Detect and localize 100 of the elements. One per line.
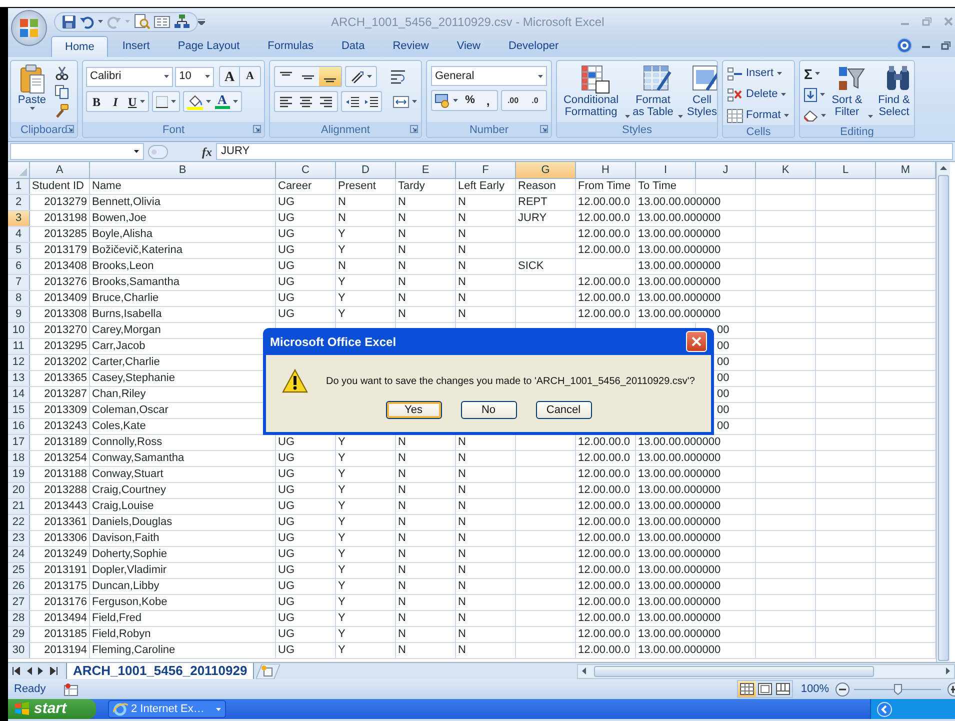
vertical-scrollbar[interactable] <box>936 162 950 662</box>
ribbon-tab[interactable]: Review <box>378 36 443 57</box>
caret-icon[interactable] <box>776 72 782 75</box>
dialog-launcher-icon[interactable] <box>253 125 261 133</box>
row-header[interactable]: 25 <box>8 563 30 578</box>
caret-icon[interactable] <box>453 99 458 102</box>
row-header[interactable]: 14 <box>8 387 30 402</box>
slider-thumb[interactable] <box>894 684 902 694</box>
formula-field[interactable]: JURY <box>216 143 953 160</box>
fill-color-button[interactable] <box>186 94 211 110</box>
previous-sheet-icon[interactable] <box>26 667 32 675</box>
find-select-button[interactable]: Find & Select <box>875 64 914 125</box>
caret-icon[interactable] <box>164 75 170 78</box>
ribbon-tab[interactable]: Insert <box>108 36 164 57</box>
row-header[interactable]: 1 <box>8 179 30 194</box>
italic-button[interactable]: I <box>106 92 125 111</box>
dialog-button[interactable]: Cancel <box>536 401 592 419</box>
row-header[interactable]: 23 <box>8 531 30 546</box>
underline-button[interactable]: U <box>125 92 148 111</box>
page-break-view-button[interactable] <box>774 681 792 697</box>
paste-button[interactable]: Paste <box>15 64 49 122</box>
currency-button[interactable] <box>432 91 461 110</box>
wrap-text-icon[interactable] <box>390 68 406 84</box>
decrease-indent-icon[interactable] <box>345 96 359 108</box>
scroll-thumb[interactable] <box>938 175 949 661</box>
row-header[interactable]: 28 <box>8 611 30 626</box>
row-header[interactable]: 12 <box>8 355 30 370</box>
ribbon-tab[interactable]: Home <box>51 36 108 57</box>
caret-icon[interactable] <box>206 100 211 103</box>
close-button[interactable] <box>686 331 707 352</box>
caret-icon[interactable] <box>538 74 543 78</box>
copy-icon[interactable] <box>55 85 69 99</box>
row-header[interactable]: 6 <box>8 259 30 274</box>
fill-button[interactable] <box>804 85 826 104</box>
insert-cells-button[interactable]: Insert <box>727 64 790 83</box>
borders-button[interactable] <box>152 91 180 112</box>
chevron-icon[interactable] <box>877 702 892 716</box>
column-header[interactable]: J <box>696 162 756 178</box>
row-header[interactable]: 27 <box>8 595 30 610</box>
row-header[interactable]: 7 <box>8 275 30 290</box>
dialog-button[interactable]: Yes <box>386 401 442 419</box>
format-cells-button[interactable]: Format <box>727 106 790 125</box>
row-header[interactable]: 24 <box>8 547 30 562</box>
hierarchy-icon[interactable] <box>174 14 190 29</box>
caret-icon[interactable] <box>140 100 145 103</box>
bold-button[interactable]: B <box>87 92 106 111</box>
row-header[interactable]: 15 <box>8 403 30 418</box>
row-header[interactable]: 26 <box>8 579 30 594</box>
row-header[interactable]: 4 <box>8 227 30 242</box>
caret-icon[interactable] <box>205 75 210 78</box>
column-header[interactable]: L <box>816 162 876 178</box>
decrease-decimal-button[interactable]: .0 <box>524 91 546 110</box>
row-header[interactable]: 8 <box>8 291 30 306</box>
autosum-button[interactable]: Σ <box>804 64 826 83</box>
caret-icon[interactable] <box>815 72 820 75</box>
align-right-icon[interactable] <box>319 96 333 108</box>
row-header[interactable]: 21 <box>8 499 30 514</box>
font-name-field[interactable]: Calibri <box>86 66 174 86</box>
scroll-thumb[interactable] <box>594 666 874 676</box>
row-header[interactable]: 18 <box>8 451 30 466</box>
orientation-button[interactable] <box>345 66 377 87</box>
brush-icon[interactable] <box>55 104 69 118</box>
column-header[interactable]: H <box>576 162 636 178</box>
row-header[interactable]: 22 <box>8 515 30 530</box>
row-header[interactable]: 20 <box>8 483 30 498</box>
customize-toolbar-icon[interactable] <box>198 18 205 24</box>
column-header[interactable]: D <box>336 162 396 178</box>
caret-icon[interactable] <box>134 150 139 153</box>
row-header[interactable]: 5 <box>8 243 30 258</box>
align-left-icon[interactable] <box>279 96 293 108</box>
ribbon-tab[interactable]: Formulas <box>254 36 328 57</box>
row-header[interactable]: 19 <box>8 467 30 482</box>
restore-icon[interactable] <box>941 41 951 50</box>
column-header[interactable]: A <box>30 162 90 178</box>
page-layout-view-button[interactable] <box>756 681 774 697</box>
help-icon[interactable] <box>897 38 912 53</box>
undo-icon[interactable] <box>80 14 94 28</box>
horizontal-scrollbar[interactable] <box>577 664 955 678</box>
percent-button[interactable]: % <box>461 91 479 110</box>
scissors-icon[interactable] <box>55 66 69 80</box>
function-label[interactable]: fx <box>202 142 212 160</box>
zoom-out-icon[interactable] <box>835 682 850 696</box>
align-center-icon[interactable] <box>299 96 313 108</box>
print-preview-icon[interactable] <box>134 14 150 29</box>
taskbar-button[interactable]: 2 Internet Ex… <box>108 700 226 718</box>
row-header[interactable]: 16 <box>8 419 30 434</box>
dialog-launcher-icon[interactable] <box>66 125 74 133</box>
conditional-formatting-button[interactable]: Conditional Formatting <box>559 64 630 118</box>
row-header[interactable]: 30 <box>8 643 30 658</box>
start-button[interactable]: start <box>8 699 96 719</box>
caret-icon[interactable] <box>232 100 238 103</box>
caret-icon[interactable] <box>170 100 176 103</box>
column-header[interactable]: E <box>396 162 456 178</box>
next-sheet-icon[interactable] <box>38 667 44 675</box>
last-sheet-icon[interactable] <box>50 667 58 675</box>
column-header[interactable]: C <box>276 162 336 178</box>
row-header[interactable]: 3 <box>8 211 30 226</box>
column-header[interactable]: G <box>516 162 576 178</box>
row-header[interactable]: 9 <box>8 307 30 322</box>
first-sheet-icon[interactable] <box>12 667 20 675</box>
